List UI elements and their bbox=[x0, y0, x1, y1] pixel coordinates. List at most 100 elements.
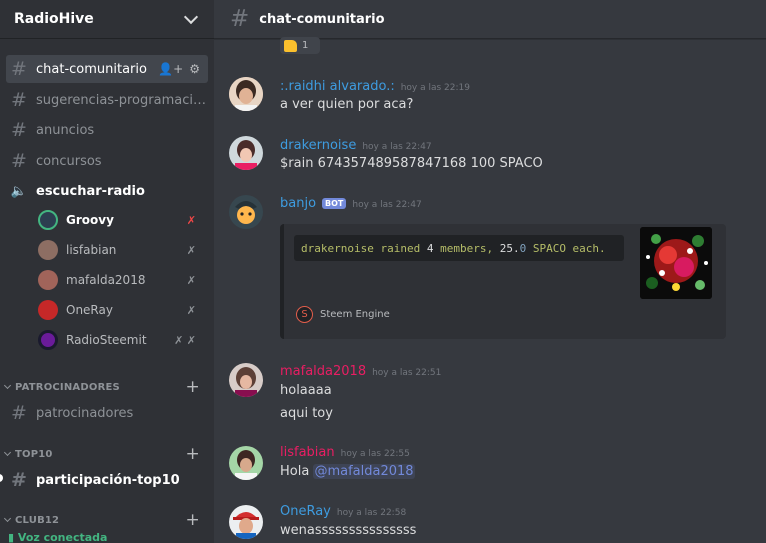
message-author[interactable]: OneRay bbox=[280, 504, 331, 519]
channel-label: escuchar-radio bbox=[36, 183, 145, 199]
voice-channel-escuchar-radio[interactable]: 🔈 escuchar-radio bbox=[6, 177, 208, 205]
voice-user-groovy[interactable]: Groovy ✗ bbox=[38, 208, 208, 232]
server-name: RadioHive bbox=[14, 11, 94, 27]
voice-user-name: mafalda2018 bbox=[66, 273, 146, 287]
add-channel-icon[interactable]: + bbox=[186, 510, 200, 530]
message-text: wenasssssssssssssss bbox=[280, 523, 417, 538]
voice-user-radiosteemit[interactable]: RadioSteemit ✗ ✗ bbox=[38, 328, 208, 352]
speaker-icon: 🔈 bbox=[10, 183, 28, 199]
gear-icon[interactable]: ⚙ bbox=[189, 62, 200, 76]
channel-label: concursos bbox=[36, 153, 102, 169]
message-timestamp: hoy a las 22:47 bbox=[362, 142, 432, 152]
channel-chat-comunitario[interactable]: # chat-comunitario 👤+ ⚙ bbox=[6, 55, 208, 83]
message-author[interactable]: banjo bbox=[280, 196, 316, 211]
avatar bbox=[38, 240, 58, 260]
voice-user-name: RadioSteemit bbox=[66, 333, 147, 347]
user-mention[interactable]: @mafalda2018 bbox=[313, 464, 415, 479]
message-text: aqui toy bbox=[280, 406, 333, 421]
channel-header: # chat-comunitario bbox=[214, 0, 766, 39]
voice-user-lisfabian[interactable]: lisfabian ✗ bbox=[38, 238, 208, 262]
message-text: a ver quien por aca? bbox=[280, 97, 414, 112]
channel-patrocinadores[interactable]: # patrocinadores bbox=[6, 399, 208, 427]
embed-count: 4 bbox=[426, 241, 434, 255]
hash-icon: # bbox=[230, 6, 250, 32]
message-text-part: Hola bbox=[280, 464, 310, 479]
voice-user-name: OneRay bbox=[66, 303, 113, 317]
channel-label: anuncios bbox=[36, 122, 95, 138]
unread-indicator bbox=[0, 474, 3, 482]
embed-code-block: drakernoise rained 4 members, 25. 0 SPACO… bbox=[294, 235, 624, 261]
channel-title: chat-comunitario bbox=[259, 11, 385, 27]
category-label: PATROCINADORES bbox=[15, 381, 120, 393]
avatar[interactable] bbox=[229, 77, 263, 111]
channel-label: chat-comunitario bbox=[36, 61, 147, 77]
embed-footer: S Steem Engine bbox=[296, 306, 390, 323]
rich-embed: drakernoise rained 4 members, 25. 0 SPACO… bbox=[280, 224, 726, 339]
avatar bbox=[38, 210, 58, 230]
add-channel-icon[interactable]: + bbox=[186, 377, 200, 397]
hash-icon: # bbox=[11, 402, 27, 424]
channel-label: sugerencias-programaci… bbox=[36, 92, 206, 108]
channel-participacion-top10[interactable]: # participación-top10 bbox=[6, 466, 208, 494]
hash-icon: # bbox=[11, 119, 27, 141]
avatar bbox=[38, 300, 58, 320]
message-text: Hola @mafalda2018 bbox=[280, 464, 415, 479]
add-channel-icon[interactable]: + bbox=[186, 444, 200, 464]
reaction-count: 1 bbox=[302, 40, 309, 51]
message-author[interactable]: mafalda2018 bbox=[280, 364, 366, 379]
message-timestamp: hoy a las 22:58 bbox=[336, 508, 407, 518]
message-timestamp: hoy a las 22:51 bbox=[372, 368, 442, 378]
avatar[interactable] bbox=[229, 136, 263, 170]
message-author[interactable]: drakernoise bbox=[280, 138, 356, 153]
muted-icon: ✗ bbox=[186, 243, 196, 257]
signal-icon: ▮ bbox=[8, 531, 15, 543]
category-club12[interactable]: CLUB12 + bbox=[3, 510, 208, 530]
chevron-down-icon bbox=[3, 381, 12, 390]
embed-user: drakernoise bbox=[301, 241, 374, 255]
hash-icon: # bbox=[11, 150, 27, 172]
embed-footer-text: Steem Engine bbox=[320, 309, 390, 320]
reaction-thumbs-up[interactable]: 1 bbox=[280, 37, 320, 54]
message-author[interactable]: lisfabian bbox=[280, 445, 335, 460]
embed-rained: rained bbox=[373, 241, 427, 255]
channel-sidebar: RadioHive # chat-comunitario 👤+ ⚙ # suge… bbox=[0, 0, 214, 543]
embed-amount-int: 25. bbox=[499, 241, 520, 255]
hash-icon: # bbox=[11, 89, 27, 111]
voice-status-text: Voz conectada bbox=[17, 531, 108, 543]
message-text: $rain 674357489587847168 100 SPACO bbox=[280, 156, 543, 171]
thumbs-up-icon bbox=[284, 39, 297, 52]
avatar[interactable] bbox=[229, 363, 263, 397]
hash-icon: # bbox=[11, 469, 27, 491]
avatar bbox=[38, 330, 58, 350]
message-author[interactable]: :.raidhi alvarado.: bbox=[280, 79, 395, 94]
chevron-down-icon[interactable] bbox=[183, 9, 199, 24]
avatar[interactable] bbox=[229, 446, 263, 480]
category-top10[interactable]: TOP10 + bbox=[3, 444, 208, 464]
chevron-down-icon bbox=[3, 448, 12, 457]
server-header[interactable]: RadioHive bbox=[0, 0, 214, 39]
channel-sugerencias[interactable]: # sugerencias-programaci… bbox=[6, 86, 208, 114]
chevron-down-icon bbox=[3, 514, 12, 523]
channel-label: participación-top10 bbox=[36, 472, 180, 488]
embed-coin: SPACO each. bbox=[526, 241, 606, 255]
message-timestamp: hoy a las 22:19 bbox=[400, 83, 470, 93]
embed-members: members, bbox=[433, 241, 500, 255]
embed-thumbnail[interactable] bbox=[640, 227, 712, 299]
message-timestamp: hoy a las 22:47 bbox=[352, 200, 422, 210]
avatar[interactable] bbox=[229, 195, 263, 229]
channel-label: patrocinadores bbox=[36, 405, 134, 421]
voice-user-mafalda2018[interactable]: mafalda2018 ✗ bbox=[38, 268, 208, 292]
message-timestamp: hoy a las 22:55 bbox=[340, 449, 410, 459]
channel-anuncios[interactable]: # anuncios bbox=[6, 116, 208, 144]
avatar bbox=[38, 270, 58, 290]
avatar[interactable] bbox=[229, 505, 263, 539]
channel-concursos[interactable]: # concursos bbox=[6, 147, 208, 175]
muted-deafened-icon: ✗ bbox=[186, 213, 196, 227]
category-patrocinadores[interactable]: PATROCINADORES + bbox=[3, 377, 208, 397]
invite-member-icon[interactable]: 👤+ bbox=[158, 62, 183, 76]
voice-user-oneray[interactable]: OneRay ✗ bbox=[38, 298, 208, 322]
voice-user-name: Groovy bbox=[66, 213, 114, 227]
muted-icon: ✗ bbox=[186, 273, 196, 287]
hash-icon: # bbox=[11, 58, 27, 80]
steem-engine-icon: S bbox=[296, 306, 313, 323]
